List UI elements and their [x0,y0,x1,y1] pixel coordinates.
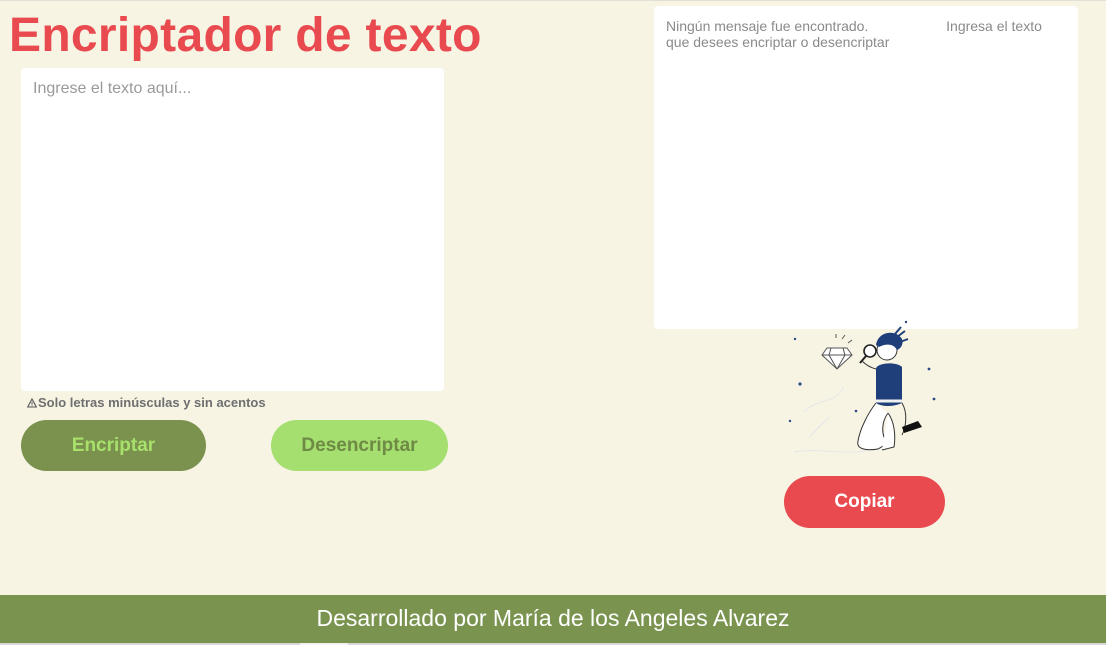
warning-icon [27,397,37,408]
footer: Desarrollado por María de los Angeles Al… [0,595,1106,643]
decrypt-button[interactable]: Desencriptar [271,420,448,471]
page-title: Encriptador de texto [9,9,482,62]
footer-text: Desarrollado por María de los Angeles Al… [316,605,790,631]
encrypt-button[interactable]: Encriptar [21,420,206,471]
input-hint: Solo letras minúsculas y sin acentos [27,395,266,410]
copy-button[interactable]: Copiar [784,476,945,528]
hint-text: Solo letras minúsculas y sin acentos [38,395,266,410]
output-message: Ningún mensaje fue encontrado. Ingresa e… [666,18,1046,50]
output-panel: Ningún mensaje fue encontrado. Ingresa e… [654,6,1078,329]
person-with-magnifying-glass-illustration [788,320,936,453]
app-page: Encriptador de texto Solo letras minúscu… [0,0,1106,645]
text-input[interactable] [21,68,444,391]
